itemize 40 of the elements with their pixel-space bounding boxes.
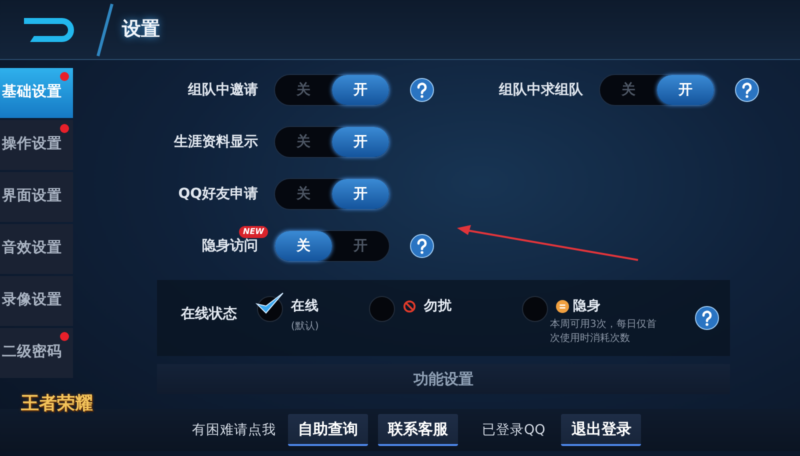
- toggle-switch[interactable]: 关 开: [274, 74, 390, 106]
- setting-label: 组队中求组队: [499, 82, 583, 98]
- section-header: 功能设置: [157, 364, 730, 394]
- option-label: 隐身: [573, 297, 601, 316]
- option-note: 本周可用3次，每日仅首次使用时消耗次数: [550, 318, 658, 346]
- help-icon[interactable]: [735, 78, 759, 102]
- logout-button[interactable]: 退出登录: [561, 414, 642, 446]
- toggle-switch[interactable]: 关 开: [274, 230, 390, 262]
- sidebar-tab[interactable]: 操作设置: [0, 120, 73, 170]
- option-note: (默认): [291, 320, 319, 334]
- footer-button[interactable]: 联系客服: [378, 414, 458, 446]
- game-logo: 王者荣耀: [20, 392, 94, 416]
- new-badge: NEW: [239, 226, 268, 238]
- sidebar-tab[interactable]: 录像设置: [0, 276, 73, 326]
- toggle-switch[interactable]: 关 开: [274, 126, 390, 158]
- radio-button[interactable]: [369, 296, 395, 322]
- sidebar-tab[interactable]: 界面设置: [0, 172, 73, 222]
- setting-label: 生涯资料显示: [174, 134, 258, 150]
- sidebar-tab[interactable]: 音效设置: [0, 224, 73, 274]
- help-text: 有困难请点我: [192, 420, 276, 440]
- footer-button[interactable]: 自助查询: [288, 414, 368, 446]
- setting-label: 组队中邀请: [188, 82, 258, 98]
- option-label: 在线: [291, 297, 319, 316]
- login-status: 已登录QQ: [482, 420, 546, 440]
- no-entry-icon: [403, 300, 416, 313]
- toggle-switch[interactable]: 关 开: [274, 178, 390, 210]
- status-label: 在线状态: [181, 305, 237, 324]
- option-label: 勿扰: [424, 297, 452, 316]
- setting-label: 隐身访问: [202, 238, 258, 254]
- help-icon[interactable]: [410, 78, 434, 102]
- divider-slash-icon: [96, 2, 114, 58]
- help-icon[interactable]: [410, 234, 434, 258]
- sidebar-tab[interactable]: 二级密码: [0, 328, 73, 378]
- minus-circle-icon: [556, 300, 569, 313]
- page-title: 设置: [122, 17, 160, 42]
- help-icon[interactable]: [695, 306, 719, 330]
- toggle-switch[interactable]: 关 开: [599, 74, 715, 106]
- check-icon: [255, 291, 285, 315]
- setting-label: QQ好友申请: [178, 186, 258, 202]
- radio-button[interactable]: [522, 296, 548, 322]
